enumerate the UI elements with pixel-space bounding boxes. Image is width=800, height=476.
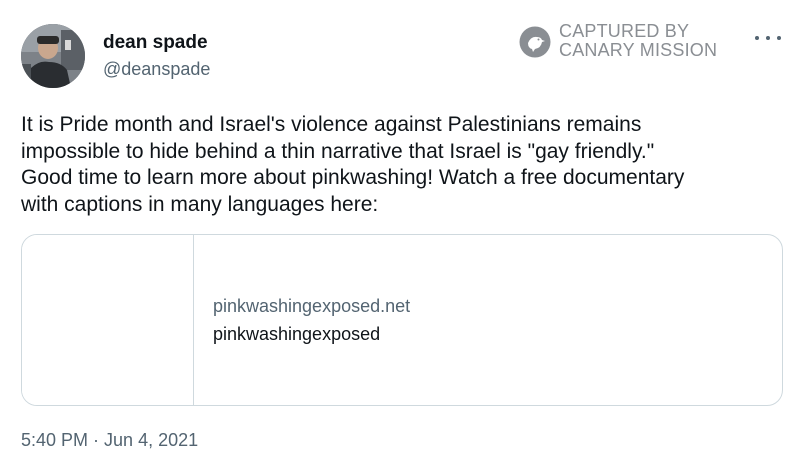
timestamp-date[interactable]: Jun 4, 2021	[104, 430, 198, 450]
watermark-text: CAPTURED BY CANARY MISSION	[559, 22, 717, 60]
tweet-text-line: Good time to learn more about pinkwashin…	[21, 166, 685, 189]
tweet-text-line: with captions in many languages here:	[21, 192, 379, 216]
canary-mission-watermark: CAPTURED BY CANARY MISSION	[519, 22, 734, 64]
avatar[interactable]	[21, 24, 85, 88]
more-options-icon[interactable]	[755, 28, 781, 48]
watermark-line-2: CANARY MISSION	[559, 40, 718, 60]
tweet-text-line: impossible to hide behind a thin narrati…	[21, 139, 655, 163]
avatar-image	[21, 24, 85, 88]
tweet-text-line: It is Pride month and Israel's violence …	[21, 113, 642, 136]
more-dot	[755, 36, 759, 40]
link-card-domain: pinkwashingexposed.net	[213, 296, 411, 316]
link-card-title: pinkwashingexposed	[213, 324, 381, 344]
author-handle[interactable]: @deanspade	[103, 59, 210, 80]
more-dot	[777, 36, 781, 40]
timestamp-time[interactable]: 5:40 PM	[21, 430, 88, 450]
tweet-text: It is Pride month and Israel's violence …	[21, 112, 791, 218]
canary-bird-logo-icon	[519, 26, 551, 58]
link-preview-card[interactable]: pinkwashingexposed.net pinkwashingexpose…	[21, 234, 783, 406]
tweet-timestamp[interactable]: 5:40 PM · Jun 4, 2021	[21, 430, 198, 451]
timestamp-separator: ·	[88, 430, 105, 450]
more-dot	[766, 36, 770, 40]
author-display-name[interactable]: dean spade	[103, 32, 208, 54]
watermark-line-1: CAPTURED BY	[559, 21, 690, 41]
link-card-thumbnail[interactable]	[22, 235, 194, 405]
tweet: dean spade @deanspade CAPTURED BY CANARY…	[0, 0, 800, 476]
